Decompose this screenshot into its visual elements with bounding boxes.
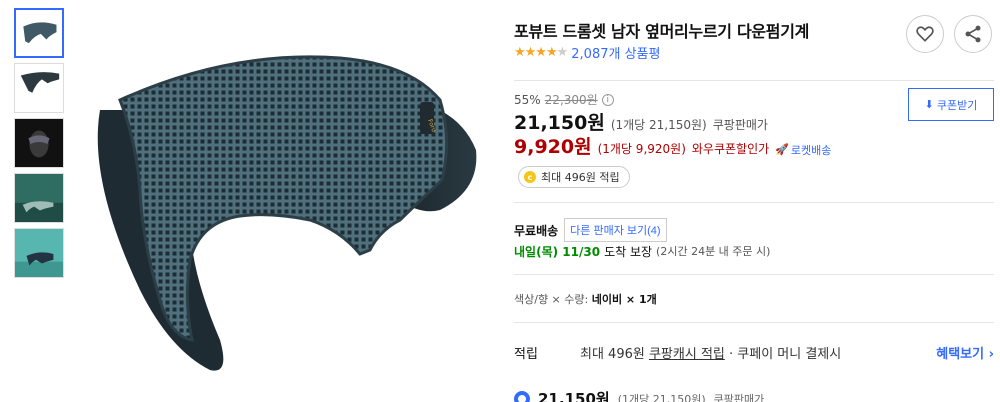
sale-price-row: 9,920원 (1개당 9,920원) 와우쿠폰할인가 🚀 로켓배송	[514, 132, 831, 159]
rating-row: ★★★★★ 2,087개 상품평	[514, 43, 660, 62]
sale-label: 와우쿠폰할인가	[691, 142, 770, 156]
discount-rate: 55%	[514, 92, 541, 107]
review-count-link[interactable]: 2,087개 상품평	[571, 43, 660, 62]
reward-prefix: 최대 496원	[580, 347, 645, 362]
reward-label: 적립	[514, 347, 538, 362]
sale-unit-price: (1개당 9,920원)	[597, 142, 686, 156]
benefit-link[interactable]: 혜택보기 ›	[936, 343, 994, 362]
star-rating-icon: ★★★★★	[514, 45, 568, 60]
thumbnail-5[interactable]	[14, 228, 64, 278]
point-text: 최대 496원 적립	[541, 171, 620, 184]
divider	[514, 322, 994, 323]
main-product-image: Foru	[80, 40, 500, 380]
other-sellers-button[interactable]: 다른 판매자 보기(4)	[564, 218, 667, 242]
seller-label: 쿠팡판매가	[712, 118, 768, 132]
thumbnail-4[interactable]	[14, 173, 64, 223]
reward-row: 적립 최대 496원 쿠팡캐시 적립 · 쿠페이 머니 결제시 혜택보기 ›	[514, 343, 994, 362]
original-price: 22,300원	[544, 93, 598, 107]
unit-price: (1개당 21,150원)	[610, 118, 707, 132]
rocket-icon: 🚀	[775, 143, 789, 156]
arrival-suffix: 도착 보장	[604, 245, 653, 259]
info-icon[interactable]: i	[601, 93, 614, 106]
rocket-delivery-badge: 🚀 로켓배송	[775, 142, 831, 158]
shipping-row: 무료배송 다른 판매자 보기(4)	[514, 218, 667, 242]
download-icon: ⬇	[924, 99, 934, 111]
cash-reward-link[interactable]: 쿠팡캐시 적립	[649, 347, 725, 362]
arrival-row: 내일(목) 11/30 도착 보장 (2시간 24분 내 주문 시)	[514, 243, 770, 260]
reward-text: 최대 496원 쿠팡캐시 적립 · 쿠페이 머니 결제시	[580, 343, 936, 362]
point-badge: c 최대 496원 적립	[518, 166, 630, 188]
divider	[514, 274, 994, 275]
option-label: 색상/향 × 수량:	[514, 293, 589, 306]
shipping-label: 무료배송	[514, 223, 559, 238]
reward-suffix: · 쿠페이 머니 결제시	[729, 347, 842, 362]
share-button[interactable]	[954, 15, 992, 53]
bottom-seller-label: 쿠팡판매가	[713, 392, 765, 402]
bottom-option-row: 21,150원 (1개당 21,150원) 쿠팡판매가	[514, 388, 764, 402]
price: 21,150원	[514, 112, 605, 134]
arrival-date: 내일(목) 11/30	[514, 245, 601, 259]
coupon-button-label: 쿠폰받기	[936, 99, 978, 112]
thumbnail-1[interactable]	[14, 8, 64, 58]
divider	[514, 202, 994, 203]
option-row: 색상/향 × 수량: 네이비 × 1개	[514, 291, 657, 307]
share-icon	[965, 25, 981, 43]
thumbnail-2[interactable]	[14, 63, 64, 113]
product-title: 포뷰트 드롬셋 남자 옆머리누르기 다운펌기계	[514, 22, 810, 41]
coupon-button[interactable]: ⬇ 쿠폰받기	[908, 88, 994, 121]
option-radio[interactable]	[514, 390, 530, 402]
bottom-price: 21,150원	[538, 390, 610, 402]
divider	[514, 80, 994, 81]
discount-row: 55% 22,300원 i	[514, 91, 614, 108]
bottom-unit-price: (1개당 21,150원)	[617, 392, 706, 402]
wishlist-button[interactable]	[906, 15, 944, 53]
arrival-note: (2시간 24분 내 주문 시)	[656, 245, 771, 258]
sale-price: 9,920원	[514, 136, 592, 158]
product-info-panel: 포뷰트 드롬셋 남자 옆머리누르기 다운펌기계 ★★★★★ 2,087개 상품평…	[514, 0, 1000, 402]
thumbnail-list	[14, 8, 66, 283]
thumbnail-3[interactable]	[14, 118, 64, 168]
price-row: 21,150원 (1개당 21,150원) 쿠팡판매가	[514, 108, 768, 135]
rocket-label: 로켓배송	[790, 143, 832, 157]
coin-icon: c	[524, 171, 536, 183]
option-value: 네이비 × 1개	[591, 293, 657, 306]
heart-icon	[916, 26, 934, 42]
